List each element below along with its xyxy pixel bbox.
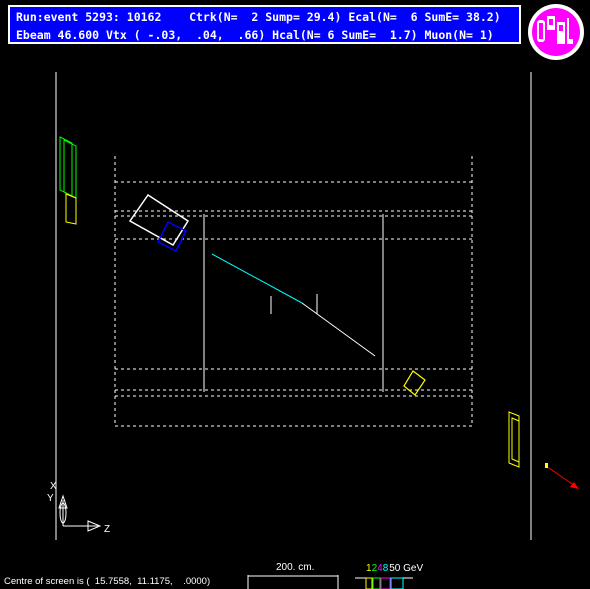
ecal-cluster-blue (156, 220, 188, 253)
track-segment-cyan (211, 253, 303, 304)
distance-scale-bar (247, 575, 339, 589)
axis-x-label: X (50, 481, 57, 492)
energy-scale-50: 50 GeV (389, 563, 424, 574)
track-segment-white (301, 302, 376, 357)
ecal-cluster-white (128, 193, 190, 247)
axis-z-label: Z (104, 524, 111, 535)
endcap-deposit-left (59, 136, 77, 225)
muon-arrow (545, 463, 579, 489)
event-display (55, 72, 579, 540)
jet-chamber-outline (114, 156, 473, 427)
energy-scale-boxes (355, 577, 413, 589)
screen-centre-readout: Centre of screen is ( 15.7558, 11.1175, … (4, 576, 211, 587)
axes-indicator (58, 494, 102, 532)
energy-scale: 124850 GeV (366, 563, 423, 574)
endcap-deposit-right (508, 411, 520, 468)
axis-y-label: Y (47, 493, 54, 504)
ecal-cluster-yellow (403, 370, 426, 396)
energy-scale-8: 8 (382, 563, 389, 574)
